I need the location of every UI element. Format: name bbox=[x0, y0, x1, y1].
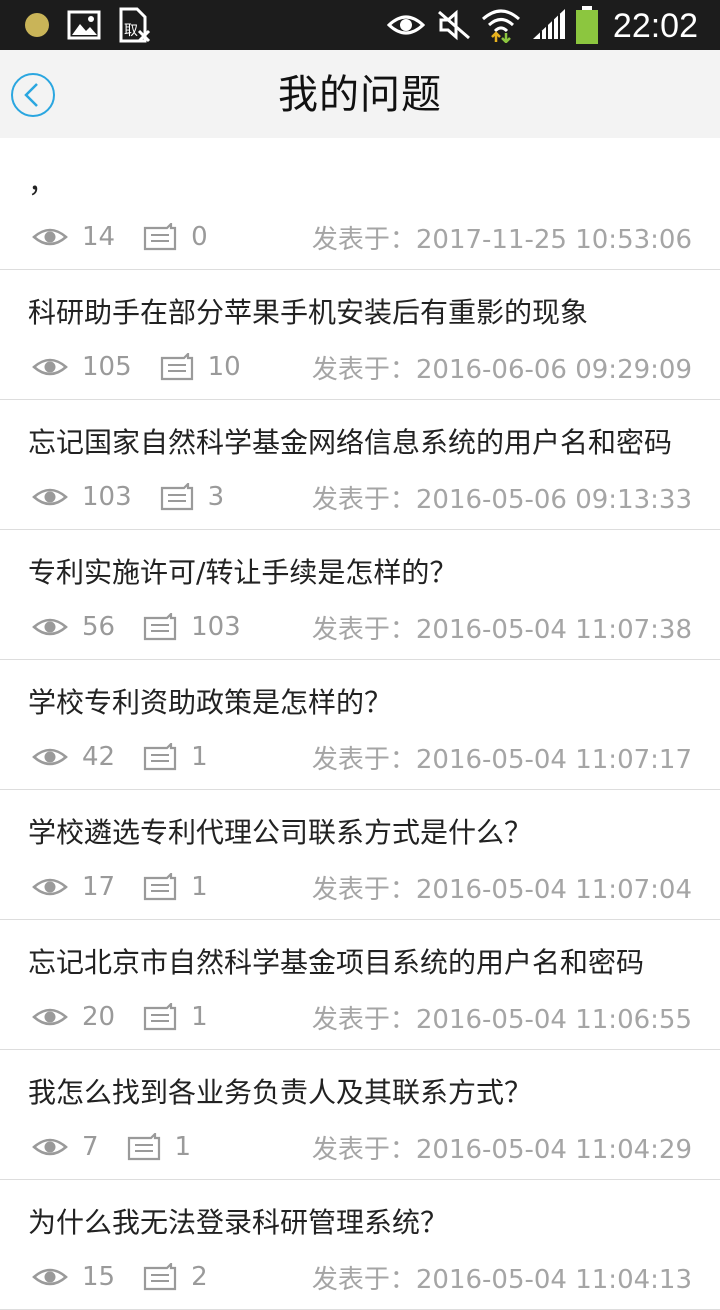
wifi-icon bbox=[480, 0, 522, 50]
view-count-icon bbox=[32, 616, 68, 638]
eye-icon bbox=[386, 0, 426, 50]
view-count: 103 bbox=[82, 482, 132, 512]
reply-count-icon bbox=[143, 1263, 177, 1291]
view-count-icon bbox=[32, 486, 68, 508]
post-date: 发表于：2016-05-04 11:04:29 bbox=[311, 1134, 692, 1165]
question-meta: 103 3 发表于：2016-05-06 09:13:33 bbox=[32, 480, 692, 515]
view-count-icon bbox=[32, 356, 68, 378]
question-list-item[interactable]: 忘记国家自然科学基金网络信息系统的用户名和密码 103 3 发表于：2016-0… bbox=[0, 400, 720, 530]
question-list: ， 14 0 发表于：2017-11-25 10:53:06 科研助手在部分苹果… bbox=[0, 140, 720, 1310]
view-count-icon bbox=[32, 226, 68, 248]
post-date: 发表于：2016-05-04 11:07:17 bbox=[311, 744, 692, 775]
signal-icon bbox=[530, 0, 568, 50]
mute-icon bbox=[436, 0, 472, 50]
reply-count: 3 bbox=[207, 482, 225, 512]
question-meta: 105 10 发表于：2016-06-06 09:29:09 bbox=[32, 350, 692, 385]
view-count: 14 bbox=[82, 222, 116, 252]
reply-count-icon bbox=[127, 1133, 161, 1161]
question-meta: 15 2 发表于：2016-05-04 11:04:13 bbox=[32, 1260, 692, 1295]
reply-count-icon bbox=[143, 1003, 177, 1031]
question-title: 为什么我无法登录科研管理系统？ bbox=[28, 1206, 449, 1239]
question-meta: 7 1 发表于：2016-05-04 11:04:29 bbox=[32, 1130, 692, 1165]
question-title: 忘记国家自然科学基金网络信息系统的用户名和密码 bbox=[28, 426, 673, 459]
view-count: 105 bbox=[82, 352, 132, 382]
post-date: 发表于：2017-11-25 10:53:06 bbox=[311, 224, 692, 255]
reply-count: 0 bbox=[191, 222, 208, 252]
view-count-icon bbox=[32, 746, 68, 768]
reply-count-icon bbox=[143, 873, 177, 901]
page-title: 我的问题 bbox=[278, 72, 442, 118]
reply-count-icon bbox=[143, 613, 177, 641]
reply-count: 1 bbox=[191, 872, 208, 902]
svg-text:取: 取 bbox=[124, 23, 138, 39]
status-time: 22:02 bbox=[612, 7, 698, 45]
view-count-icon bbox=[32, 1136, 68, 1158]
reply-count: 1 bbox=[174, 1132, 192, 1162]
view-count: 42 bbox=[82, 742, 116, 772]
post-date: 发表于：2016-06-06 09:29:09 bbox=[311, 354, 692, 385]
question-title: 学校专利资助政策是怎样的？ bbox=[28, 686, 393, 719]
reply-count: 1 bbox=[191, 742, 208, 772]
post-date: 发表于：2016-05-04 11:04:13 bbox=[311, 1264, 692, 1295]
reply-count: 2 bbox=[191, 1262, 208, 1292]
view-count: 56 bbox=[82, 612, 116, 642]
question-list-item[interactable]: 科研助手在部分苹果手机安装后有重影的现象 105 10 发表于：2016-06-… bbox=[0, 270, 720, 400]
question-list-item[interactable]: 学校遴选专利代理公司联系方式是什么？ 17 1 发表于：2016-05-04 1… bbox=[0, 790, 720, 920]
view-count: 20 bbox=[82, 1002, 116, 1032]
question-meta: 14 0 发表于：2017-11-25 10:53:06 bbox=[32, 220, 692, 255]
post-date: 发表于：2016-05-04 11:06:55 bbox=[311, 1004, 692, 1035]
question-meta: 20 1 发表于：2016-05-04 11:06:55 bbox=[32, 1000, 692, 1035]
view-count: 7 bbox=[82, 1132, 99, 1162]
question-meta: 56 103 发表于：2016-05-04 11:07:38 bbox=[32, 610, 692, 645]
question-meta: 17 1 发表于：2016-05-04 11:07:04 bbox=[32, 870, 692, 905]
question-list-item[interactable]: 专利实施许可/转让手续是怎样的？ 56 103 发表于：2016-05-04 1… bbox=[0, 530, 720, 660]
reply-count: 1 bbox=[191, 1002, 208, 1032]
question-list-item[interactable]: 忘记北京市自然科学基金项目系统的用户名和密码 20 1 发表于：2016-05-… bbox=[0, 920, 720, 1050]
sim-card-icon: 取 bbox=[116, 0, 152, 50]
question-list-item[interactable]: 学校专利资助政策是怎样的？ 42 1 发表于：2016-05-04 11:07:… bbox=[0, 660, 720, 790]
reply-count: 10 bbox=[207, 352, 241, 382]
question-title: 科研助手在部分苹果手机安装后有重影的现象 bbox=[28, 296, 589, 329]
question-title: 忘记北京市自然科学基金项目系统的用户名和密码 bbox=[28, 946, 645, 979]
image-icon bbox=[66, 0, 102, 50]
view-count: 17 bbox=[82, 872, 116, 902]
question-title: 专利实施许可/转让手续是怎样的？ bbox=[28, 556, 458, 589]
question-list-item[interactable]: ， 14 0 发表于：2017-11-25 10:53:06 bbox=[0, 140, 720, 270]
reply-count-icon bbox=[160, 353, 194, 381]
battery-icon bbox=[572, 0, 602, 50]
view-count: 15 bbox=[82, 1262, 116, 1292]
status-bar: 取 22:02 bbox=[0, 0, 720, 50]
notification-dot-icon bbox=[22, 0, 52, 50]
reply-count-icon bbox=[143, 743, 177, 771]
question-title: ， bbox=[28, 166, 57, 199]
question-title: 学校遴选专利代理公司联系方式是什么？ bbox=[28, 816, 533, 849]
post-date: 发表于：2016-05-04 11:07:38 bbox=[311, 614, 692, 645]
view-count-icon bbox=[32, 1006, 68, 1028]
question-title: 我怎么找到各业务负责人及其联系方式？ bbox=[28, 1076, 533, 1109]
reply-count: 103 bbox=[191, 612, 241, 642]
view-count-icon bbox=[32, 876, 68, 898]
reply-count-icon bbox=[143, 223, 177, 251]
question-list-item[interactable]: 我怎么找到各业务负责人及其联系方式？ 7 1 发表于：2016-05-04 11… bbox=[0, 1050, 720, 1180]
question-meta: 42 1 发表于：2016-05-04 11:07:17 bbox=[32, 740, 692, 775]
post-date: 发表于：2016-05-06 09:13:33 bbox=[311, 484, 692, 515]
view-count-icon bbox=[32, 1266, 68, 1288]
post-date: 发表于：2016-05-04 11:07:04 bbox=[311, 874, 692, 905]
header-bar: 我的问题 bbox=[0, 50, 720, 138]
reply-count-icon bbox=[160, 483, 194, 511]
question-list-item[interactable]: 为什么我无法登录科研管理系统？ 15 2 发表于：2016-05-04 11:0… bbox=[0, 1180, 720, 1310]
